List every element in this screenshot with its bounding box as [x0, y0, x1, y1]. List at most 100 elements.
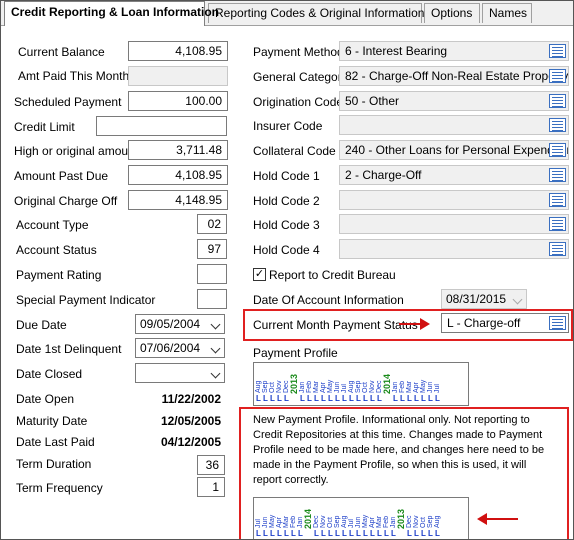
list-icon[interactable] — [549, 143, 566, 157]
insurer-code-field[interactable] — [339, 115, 569, 135]
hold-code-2-field[interactable] — [339, 190, 569, 210]
origination-code-field[interactable]: 50 - Other — [339, 91, 569, 111]
profile-status-code: L — [284, 529, 289, 538]
list-icon[interactable] — [549, 118, 566, 132]
hold-code-4-field[interactable] — [339, 239, 569, 259]
original-charge-off-field[interactable]: 4,148.95 — [128, 190, 228, 210]
due-date-picker[interactable]: 09/05/2004 — [135, 314, 225, 334]
profile-month: Nov — [413, 515, 420, 528]
profile-month-cell[interactable]: Apr L — [413, 363, 420, 405]
profile-month-cell[interactable]: Dec L — [406, 498, 413, 539]
profile-month-cell[interactable]: Aug L — [341, 498, 348, 539]
list-icon[interactable] — [549, 44, 566, 58]
profile-status-code: L — [391, 529, 396, 538]
collateral-code-field[interactable]: 240 - Other Loans for Personal Expenditu… — [339, 140, 569, 160]
profile-month-cell[interactable]: Jun L — [334, 363, 341, 405]
profile-status-code: L — [435, 394, 440, 403]
profile-month: Nov — [369, 380, 376, 393]
profile-month-cell[interactable]: Aug L — [348, 363, 355, 405]
profile-month-cell[interactable]: Mar L — [283, 498, 290, 539]
payment-rating-field[interactable] — [197, 264, 227, 284]
hold-code-1-field[interactable]: 2 - Charge-Off — [339, 165, 569, 185]
profile-month-cell[interactable]: Nov L — [413, 498, 420, 539]
date-1st-delinquent-picker[interactable]: 07/06/2004 — [135, 338, 225, 358]
profile-month-cell[interactable]: Feb L — [290, 498, 297, 539]
profile-month-cell[interactable]: Sep L — [355, 363, 362, 405]
scheduled-payment-field[interactable]: 100.00 — [128, 91, 228, 111]
profile-status-code: L — [363, 529, 368, 538]
current-month-payment-status-field[interactable]: L - Charge-off — [441, 313, 569, 333]
profile-month-cell[interactable]: Feb L — [399, 363, 406, 405]
profile-month-cell[interactable]: Oct L — [327, 498, 334, 539]
profile-month-cell[interactable]: Feb L — [383, 498, 390, 539]
credit-limit-field[interactable] — [96, 116, 227, 136]
tab-credit-reporting[interactable]: Credit Reporting & Loan Information — [4, 1, 219, 26]
report-to-credit-bureau-checkbox[interactable]: ✓ — [253, 268, 266, 281]
profile-month: Mar — [283, 515, 290, 528]
list-icon[interactable] — [549, 94, 566, 108]
account-type-field[interactable]: 02 — [197, 214, 227, 234]
profile-month: Oct — [362, 382, 369, 393]
profile-month-cell[interactable]: Jun L — [262, 498, 269, 539]
list-icon[interactable] — [549, 69, 566, 83]
hold-code-3-field[interactable] — [339, 214, 569, 234]
profile-month-cell[interactable]: Jul L — [341, 363, 348, 405]
profile-month-cell[interactable]: Jan L — [392, 363, 399, 405]
list-icon[interactable] — [549, 193, 566, 207]
profile-month-cell[interactable]: Aug L — [255, 363, 262, 405]
profile-month-cell[interactable]: Dec L — [313, 498, 320, 539]
profile-month-cell[interactable]: May L — [327, 363, 334, 405]
profile-month-cell[interactable]: Sep L — [262, 363, 269, 405]
profile-month-cell[interactable]: Mar L — [376, 498, 383, 539]
profile-status-code: L — [321, 529, 326, 538]
profile-month-cell[interactable]: Oct L — [269, 363, 276, 405]
list-icon[interactable] — [549, 316, 566, 330]
profile-month-cell[interactable]: Jun L — [427, 363, 434, 405]
profile-month-cell[interactable]: Oct L — [420, 498, 427, 539]
tab-names[interactable]: Names — [482, 3, 532, 23]
list-icon[interactable] — [549, 242, 566, 256]
list-icon[interactable] — [549, 168, 566, 182]
profile-month-cell[interactable]: May L — [269, 498, 276, 539]
profile-month-cell[interactable]: Feb L — [306, 363, 313, 405]
profile-month-cell[interactable]: Nov L — [276, 363, 283, 405]
general-category-field[interactable]: 82 - Charge-Off Non-Real Estate Property — [339, 66, 569, 86]
term-frequency-field[interactable]: 1 — [197, 477, 225, 497]
profile-month-cell[interactable]: Mar L — [406, 363, 413, 405]
profile-month-cell[interactable]: May L — [420, 363, 427, 405]
tab-reporting-codes[interactable]: Reporting Codes & Original Information — [208, 3, 424, 23]
profile-month-cell[interactable]: Mar L — [313, 363, 320, 405]
profile-month-cell[interactable]: Nov L — [320, 498, 327, 539]
list-icon[interactable] — [549, 217, 566, 231]
profile-month-cell[interactable]: Sep L — [334, 498, 341, 539]
term-duration-field[interactable]: 36 — [197, 455, 225, 475]
payment-method-field[interactable]: 6 - Interest Bearing — [339, 41, 569, 61]
profile-month-cell[interactable]: Aug L — [434, 498, 441, 539]
profile-month-cell[interactable]: May L — [362, 498, 369, 539]
account-status-label: Account Status — [16, 243, 97, 257]
date-of-account-information-picker[interactable]: 08/31/2015 — [441, 289, 527, 309]
profile-month-cell[interactable]: Apr L — [276, 498, 283, 539]
profile-month-cell[interactable]: Jul L — [255, 498, 262, 539]
payment-profile-grid[interactable]: Aug L Sep L Oct L Nov L Dec L 2013 Jan L Feb L Mar L Apr L… — [253, 362, 469, 406]
profile-month-cell[interactable]: Jun L — [355, 498, 362, 539]
date-closed-picker[interactable] — [135, 363, 225, 383]
profile-month-cell[interactable]: Apr L — [369, 498, 376, 539]
current-balance-field[interactable]: 4,108.95 — [128, 41, 228, 61]
profile-month-cell[interactable]: Nov L — [369, 363, 376, 405]
profile-month-cell[interactable]: Jan L — [299, 363, 306, 405]
profile-month: Feb — [306, 380, 313, 393]
profile-month-cell[interactable]: Apr L — [320, 363, 327, 405]
special-payment-indicator-field[interactable] — [197, 289, 227, 309]
account-status-field[interactable]: 97 — [197, 239, 227, 259]
profile-month: Apr — [276, 517, 283, 528]
profile-month: May — [327, 379, 334, 393]
tab-options[interactable]: Options — [424, 3, 480, 23]
high-original-field[interactable]: 3,711.48 — [128, 140, 228, 160]
new-payment-profile-grid[interactable]: Jul L Jun L May L Apr L Mar L Feb L Jan L 2014 Dec L Nov L… — [253, 497, 469, 539]
profile-month-cell[interactable]: Jul L — [348, 498, 355, 539]
amount-past-due-field[interactable]: 4,108.95 — [128, 165, 228, 185]
profile-month-cell[interactable]: Jul L — [434, 363, 441, 405]
profile-month-cell[interactable]: Sep L — [427, 498, 434, 539]
profile-month-cell[interactable]: Oct L — [362, 363, 369, 405]
